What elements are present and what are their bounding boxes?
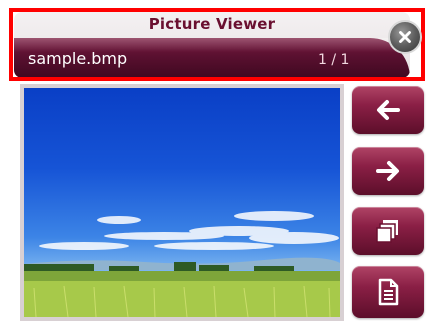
arrow-right-icon bbox=[376, 161, 399, 181]
landscape-image bbox=[24, 211, 340, 317]
picture-display[interactable] bbox=[24, 88, 340, 317]
previous-button[interactable] bbox=[352, 86, 424, 134]
info-button[interactable] bbox=[352, 266, 424, 318]
copy-button[interactable] bbox=[352, 207, 424, 255]
next-button[interactable] bbox=[352, 147, 424, 195]
picture-frame bbox=[20, 84, 344, 321]
arrow-left-icon bbox=[377, 100, 400, 120]
header-highlight-outline bbox=[9, 8, 425, 81]
close-button[interactable] bbox=[388, 20, 422, 54]
picture-viewer-window: Picture Viewer sample.bmp 1 / 1 bbox=[0, 0, 430, 321]
copy-icon bbox=[376, 220, 398, 243]
document-icon bbox=[378, 278, 399, 306]
close-icon bbox=[399, 31, 411, 43]
